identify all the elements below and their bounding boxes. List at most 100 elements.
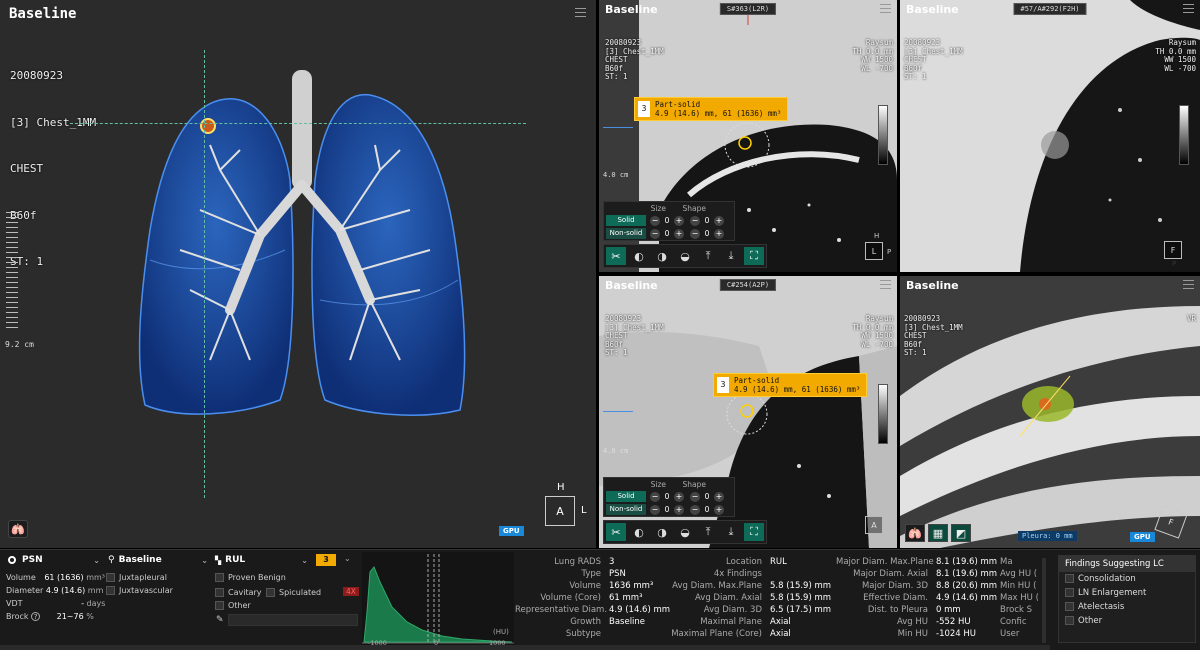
- zoom-menu-icon[interactable]: [1183, 4, 1194, 13]
- spiculated-checkbox[interactable]: Spiculated: [266, 588, 321, 597]
- metric-row: Dist. to Pleura 0 mm: [836, 604, 1000, 616]
- metric-key: Avg Diam. 3D: [703, 605, 762, 615]
- nonsolid-size-stepper[interactable]: −0 +: [650, 504, 684, 515]
- viewer-3d-menu-icon[interactable]: [575, 8, 586, 17]
- bottom-scrollbar[interactable]: [0, 645, 1050, 650]
- metric-row: Avg Diam. Axial 5.8 (15.9) mm: [670, 592, 831, 604]
- help-icon[interactable]: ?: [31, 612, 41, 621]
- baseline-select[interactable]: ⚲ Baseline ⌄: [108, 553, 208, 567]
- metric-value: 6.5 (17.5) mm: [770, 605, 832, 615]
- solid-size-stepper[interactable]: −0 +: [650, 215, 684, 226]
- juxtavascular-checkbox[interactable]: Juxtavascular: [106, 586, 173, 595]
- lung-both-icon[interactable]: ◑: [652, 247, 672, 265]
- proven-benign-checkbox[interactable]: Proven Benign: [215, 573, 286, 582]
- coronal-annotation[interactable]: 3 Part-solid 4.9 (14.6) mm, 61 (1636) mm…: [713, 373, 868, 397]
- metric-value: Baseline: [609, 617, 646, 627]
- lobe-select[interactable]: ▚ RUL ⌄: [215, 553, 308, 567]
- orient-cube[interactable]: H A: [545, 482, 575, 526]
- axial-window-bar[interactable]: [878, 105, 888, 165]
- upload-icon[interactable]: ⤒: [698, 523, 718, 541]
- cavitary-checkbox[interactable]: Cavitary: [215, 588, 262, 597]
- finding-other[interactable]: Other: [1059, 614, 1195, 628]
- zoom-view[interactable]: Baseline #57/A#292(F2H) 20080923 [3] Ches…: [900, 0, 1200, 272]
- lung-right-icon[interactable]: ◒: [675, 523, 695, 541]
- metrics-table-4: Ma Avg HU (Min HU (Max HU (Brock S Confic U…: [1000, 556, 1038, 640]
- fit-icon[interactable]: ⛶: [744, 523, 764, 541]
- solid-label[interactable]: Solid: [606, 215, 646, 226]
- gpu-badge: GPU: [499, 526, 524, 536]
- solid-size-stepper[interactable]: −0 +: [650, 491, 684, 502]
- metric-key: Avg Diam. Max.Plane: [672, 581, 762, 591]
- zoom-orient-box: F: [1164, 241, 1182, 259]
- axial-view[interactable]: Baseline S#363(L2R) 20080923 [3] Chest_1M…: [599, 0, 897, 272]
- upload-icon[interactable]: ⤒: [698, 247, 718, 265]
- location-pin-icon: ⚲: [108, 555, 115, 565]
- orient-l: L: [581, 505, 587, 516]
- metric-row: Avg Diam. Max.Plane 5.8 (15.9) mm: [670, 580, 831, 592]
- metric-row: 4x Findings: [670, 568, 830, 580]
- solid-label[interactable]: Solid: [606, 491, 646, 502]
- nonsolid-size-stepper[interactable]: −0 +: [650, 228, 684, 239]
- vr-slice-icon[interactable]: ◩: [951, 524, 971, 542]
- axial-annotation[interactable]: 3 Part-solid 4.9 (14.6) mm, 61 (1636) mm…: [634, 97, 789, 121]
- lung-left-icon[interactable]: ◐: [629, 523, 649, 541]
- axial-crosshair: [603, 127, 633, 128]
- nonsolid-label[interactable]: Non-solid: [606, 504, 646, 515]
- juxtapleural-checkbox[interactable]: Juxtapleural: [106, 573, 167, 582]
- findings-panel: Findings Suggesting LC Consolidation LN …: [1058, 555, 1196, 643]
- finding-ln-enlargement[interactable]: LN Enlargement: [1059, 586, 1195, 600]
- coronal-view[interactable]: Baseline C#254(A2P) 20080923 [3] Chest_1M…: [599, 276, 897, 548]
- metric-key: Type: [581, 569, 601, 579]
- metric-key: Volume (Core): [540, 593, 601, 603]
- coronal-series[interactable]: C#254(A2P): [719, 279, 777, 291]
- type-select[interactable]: PSN ⌄: [8, 553, 100, 567]
- download-icon[interactable]: ⤓: [721, 247, 741, 265]
- coronal-menu-icon[interactable]: [880, 280, 891, 289]
- axial-size-shape-controls: Size Shape Solid −0 + −0 + Non-solid −0 + −0…: [603, 201, 735, 241]
- solid-shape-stepper[interactable]: −0 +: [690, 491, 724, 502]
- lung-3d-render[interactable]: [120, 60, 490, 460]
- finding-atelectasis[interactable]: Atelectasis: [1059, 600, 1195, 614]
- lung-right-icon[interactable]: ◒: [675, 247, 695, 265]
- solid-shape-stepper[interactable]: −0 +: [690, 215, 724, 226]
- crosshair-vertical: [204, 50, 205, 498]
- metric-value: PSN: [609, 569, 626, 579]
- download-icon[interactable]: ⤓: [721, 523, 741, 541]
- chevron-down-icon: ⌄: [93, 555, 100, 565]
- viewer-3d[interactable]: Baseline 20080923 [3] Chest_1MM CHEST B6…: [0, 0, 596, 548]
- nonsolid-shape-stepper[interactable]: −0 +: [690, 228, 724, 239]
- vr-view[interactable]: Baseline 20080923 [3] Chest_1MM CHEST B60f S…: [900, 276, 1200, 548]
- zoom-series[interactable]: #57/A#292(F2H): [1013, 3, 1087, 15]
- other-checkbox[interactable]: Other: [215, 601, 251, 610]
- nonsolid-shape-stepper[interactable]: −0 +: [690, 504, 724, 515]
- metric-row: Growth Baseline: [515, 616, 671, 628]
- lung-both-icon[interactable]: ◑: [652, 523, 672, 541]
- badge-chevron-icon[interactable]: ⌄: [344, 554, 351, 563]
- coronal-window-bar[interactable]: [878, 384, 888, 444]
- finding-consolidation[interactable]: Consolidation: [1059, 572, 1195, 586]
- diameter-row: Diameter 4.9 (14.6) mm: [6, 586, 104, 595]
- metrics-scrollbar[interactable]: [1042, 558, 1046, 643]
- lungs-toggle-icon[interactable]: 🫁: [8, 520, 28, 538]
- metric-row: Major Diam. Max.Plane 8.1 (19.6) mm: [836, 556, 1000, 568]
- nonsolid-label[interactable]: Non-solid: [606, 228, 646, 239]
- scissors-icon[interactable]: ✂: [606, 247, 626, 265]
- axial-menu-icon[interactable]: [880, 4, 891, 13]
- vr-menu-icon[interactable]: [1183, 280, 1194, 289]
- scissors-icon[interactable]: ✂: [606, 523, 626, 541]
- pleura-label: Pleura: 0 mm: [1018, 531, 1077, 541]
- zoom-window-bar[interactable]: [1179, 105, 1189, 165]
- lung-left-icon[interactable]: ◐: [629, 247, 649, 265]
- fit-icon[interactable]: ⛶: [744, 247, 764, 265]
- vr-lungs-icon[interactable]: 🫁: [905, 524, 925, 542]
- metric-row: Min HU -1024 HU: [836, 628, 1000, 640]
- note-input[interactable]: [228, 614, 358, 626]
- metric-key: Effective Diam.: [863, 593, 928, 603]
- coronal-title: Baseline: [605, 279, 658, 292]
- note-icon[interactable]: ✎: [216, 615, 224, 625]
- brock-row: Brock ? 21~76 %: [6, 612, 94, 621]
- axial-orient-side: P: [887, 248, 892, 256]
- axial-series[interactable]: S#363(L2R): [719, 3, 777, 15]
- spiculated-badge: 4X: [343, 587, 359, 596]
- vr-grid-icon[interactable]: ▦: [928, 524, 948, 542]
